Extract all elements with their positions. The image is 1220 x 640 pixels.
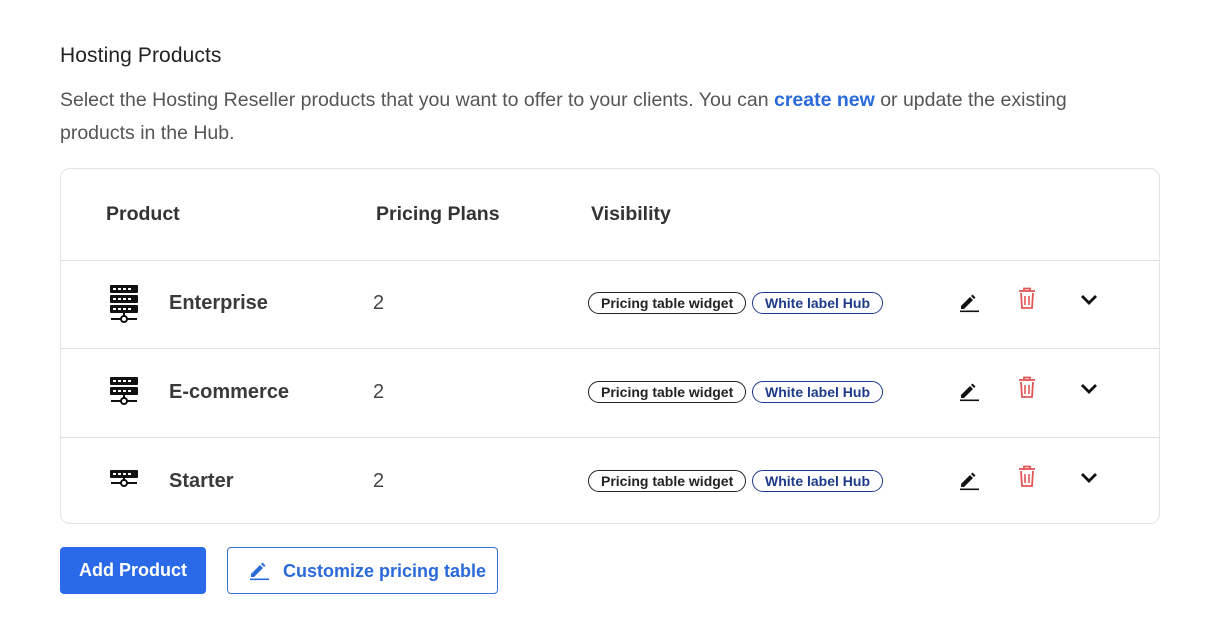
table-row: Starter 2 Pricing table widget White lab… bbox=[61, 438, 1159, 526]
badge-white-label-hub: White label Hub bbox=[752, 470, 883, 492]
badge-pricing-table-widget: Pricing table widget bbox=[588, 470, 747, 492]
section-description: Select the Hosting Reseller products tha… bbox=[60, 84, 1100, 150]
delete-icon[interactable] bbox=[1017, 465, 1037, 488]
column-header-visibility: Visibility bbox=[591, 203, 671, 225]
column-header-pricing-plans: Pricing Plans bbox=[376, 203, 500, 225]
column-header-product: Product bbox=[106, 203, 180, 225]
badge-pricing-table-widget: Pricing table widget bbox=[588, 292, 747, 314]
products-table: Product Pricing Plans Visibility Enterpr… bbox=[60, 168, 1160, 524]
edit-icon[interactable] bbox=[958, 293, 980, 313]
server-large-icon bbox=[110, 285, 138, 323]
edit-icon[interactable] bbox=[958, 471, 980, 491]
product-name: Starter bbox=[169, 470, 234, 492]
badge-white-label-hub: White label Hub bbox=[752, 381, 883, 403]
table-header: Product Pricing Plans Visibility bbox=[61, 169, 1159, 261]
chevron-down-icon[interactable] bbox=[1080, 383, 1098, 395]
add-product-button[interactable]: Add Product bbox=[60, 547, 206, 594]
server-medium-icon bbox=[110, 377, 138, 405]
customize-button-label: Customize pricing table bbox=[283, 561, 487, 581]
description-text: Select the Hosting Reseller products tha… bbox=[60, 89, 774, 111]
delete-icon[interactable] bbox=[1017, 376, 1037, 399]
edit-icon[interactable] bbox=[958, 382, 980, 402]
chevron-down-icon[interactable] bbox=[1080, 472, 1098, 484]
create-new-link[interactable]: create new bbox=[774, 89, 875, 111]
product-name: E-commerce bbox=[169, 381, 290, 403]
section-title: Hosting Products bbox=[60, 44, 222, 67]
pencil-icon bbox=[250, 562, 269, 581]
badge-white-label-hub: White label Hub bbox=[752, 292, 883, 314]
chevron-down-icon[interactable] bbox=[1080, 294, 1098, 306]
delete-icon[interactable] bbox=[1017, 287, 1037, 310]
table-row: Enterprise 2 Pricing table widget White … bbox=[61, 260, 1159, 349]
server-small-icon bbox=[110, 470, 138, 487]
customize-pricing-table-button[interactable]: Customize pricing table bbox=[227, 547, 498, 594]
product-name: Enterprise bbox=[169, 292, 268, 314]
pricing-plans-count: 2 bbox=[373, 381, 385, 403]
table-row: E-commerce 2 Pricing table widget White … bbox=[61, 349, 1159, 438]
pricing-plans-count: 2 bbox=[373, 470, 385, 492]
pricing-plans-count: 2 bbox=[373, 292, 385, 314]
badge-pricing-table-widget: Pricing table widget bbox=[588, 381, 747, 403]
